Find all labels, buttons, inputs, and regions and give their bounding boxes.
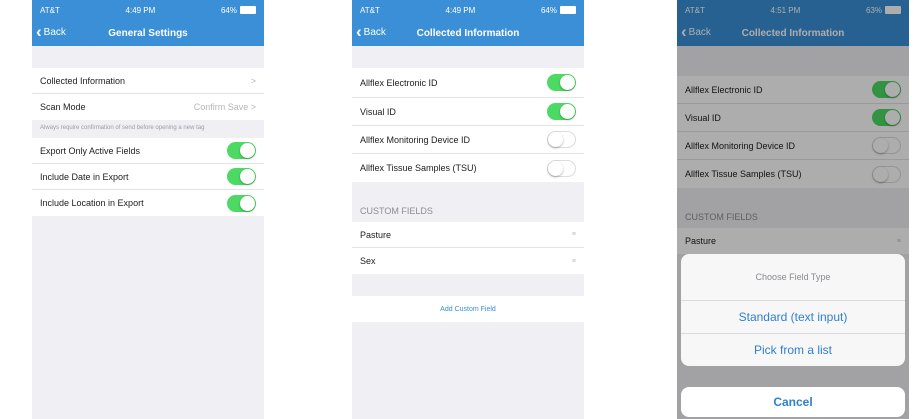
chevron-right-icon: > [250,75,256,86]
electronic-id-toggle[interactable] [547,74,576,91]
action-sheet-title: Choose Field Type [681,254,905,301]
section-header: CUSTOM FIELDS [360,206,433,216]
toggle-row: Allflex Tissue Samples (TSU) [352,154,584,182]
scan-mode-row[interactable]: Scan Mode Confirm Save > [32,94,264,120]
standard-text-input-option[interactable]: Standard (text input) [681,301,905,334]
phone-collected-information: AT&T 4:49 PM 64% ‹ Back Collected Inform… [352,0,584,419]
row-label: Collected Information [40,75,126,86]
custom-field-row[interactable]: Sex ≡ [352,248,584,274]
scan-mode-value: Confirm Save > [193,102,256,112]
tissue-samples-toggle[interactable] [547,159,576,177]
toggle-label: Export Only Active Fields [40,145,141,156]
export-group: Export Only Active Fields Include Date i… [32,138,264,216]
cancel-button[interactable]: Cancel [681,387,905,417]
phone-choose-field-type: AT&T 4:51 PM 63% ‹ Back Collected Inform… [677,0,909,419]
toggle-row: Include Location in Export [32,190,264,216]
page-title: Collected Information [416,28,520,39]
monitoring-device-toggle[interactable] [547,131,576,148]
clock: 4:49 PM [125,5,156,15]
action-sheet: Choose Field Type Standard (text input) … [681,254,905,366]
page-title: General Settings [108,28,188,39]
collected-information-row[interactable]: Collected Information > [32,68,264,94]
battery-percent: 64% [540,5,557,15]
clock: 4:49 PM [445,5,476,15]
custom-field-row[interactable]: Pasture ≡ [352,222,584,248]
carrier: AT&T [360,5,380,15]
battery: 64% [221,6,256,15]
status-bar: AT&T 4:49 PM 64% [32,0,264,20]
toggle-row: Allflex Electronic ID [352,68,584,98]
status-bar: AT&T 4:49 PM 64% [352,0,584,20]
include-location-toggle[interactable] [227,194,256,212]
visual-id-toggle[interactable] [547,103,576,120]
battery: 64% [541,6,576,15]
drag-handle-icon[interactable]: ≡ [572,231,576,238]
toggle-knob [548,132,563,147]
toggle-label: Include Date in Export [40,171,129,182]
toggle-knob [548,160,563,176]
battery-icon [239,6,256,14]
settings-group: Collected Information > Scan Mode Confir… [32,68,264,120]
standard-fields-group: Allflex Electronic ID Visual ID Allflex … [352,68,584,182]
toggle-label: Allflex Electronic ID [360,77,438,88]
toggle-row: Allflex Monitoring Device ID [352,126,584,154]
toggle-label: Allflex Tissue Samples (TSU) [360,163,477,173]
nav-bar: ‹ Back Collected Information [352,20,584,46]
scan-mode-note: Always require confirmation of send befo… [40,125,205,131]
toggle-knob [240,143,255,158]
battery-percent: 64% [220,5,237,15]
pick-from-list-option[interactable]: Pick from a list [681,334,905,366]
battery-icon [559,6,576,14]
toggle-label: Visual ID [360,106,396,117]
toggle-label: Include Location in Export [40,198,144,208]
drag-handle-icon[interactable]: ≡ [572,258,576,265]
custom-fields-group: Pasture ≡ Sex ≡ [352,222,584,274]
row-label: Scan Mode [40,102,86,112]
toggle-label: Allflex Monitoring Device ID [360,134,471,145]
toggle-knob [240,169,255,184]
toggle-row: Visual ID [352,98,584,126]
custom-field-label: Pasture [360,229,392,240]
export-active-fields-toggle[interactable] [227,142,256,159]
carrier: AT&T [40,5,60,15]
toggle-row: Include Date in Export [32,164,264,190]
include-date-toggle[interactable] [227,168,256,185]
toggle-row: Export Only Active Fields [32,138,264,164]
custom-field-label: Sex [360,256,376,266]
phone-general-settings: AT&T 4:49 PM 64% ‹ Back General Settings… [32,0,264,419]
add-custom-field-button[interactable]: Add Custom Field [352,296,584,322]
toggle-knob [240,195,255,211]
nav-bar: ‹ Back General Settings [32,20,264,46]
toggle-knob [560,75,575,90]
toggle-knob [560,104,575,119]
